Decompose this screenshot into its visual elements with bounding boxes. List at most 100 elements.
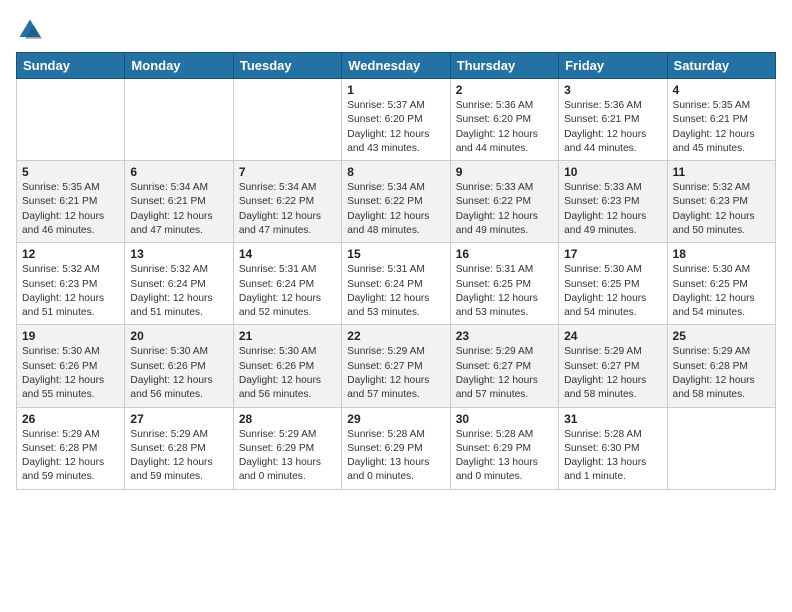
- calendar-cell: 25 Sunrise: 5:29 AM Sunset: 6:28 PM Dayli…: [667, 325, 775, 407]
- calendar-cell: 17 Sunrise: 5:30 AM Sunset: 6:25 PM Dayli…: [559, 243, 667, 325]
- day-number: 27: [130, 412, 227, 426]
- calendar-cell: 15 Sunrise: 5:31 AM Sunset: 6:24 PM Dayli…: [342, 243, 450, 325]
- day-number: 3: [564, 83, 661, 97]
- day-number: 30: [456, 412, 553, 426]
- calendar-header-row: SundayMondayTuesdayWednesdayThursdayFrid…: [17, 53, 776, 79]
- day-number: 20: [130, 329, 227, 343]
- cell-info: Sunrise: 5:29 AM Sunset: 6:28 PM Dayligh…: [673, 345, 770, 402]
- cell-info: Sunrise: 5:31 AM Sunset: 6:24 PM Dayligh…: [347, 263, 444, 320]
- day-number: 15: [347, 247, 444, 261]
- calendar-cell: [125, 79, 233, 161]
- cell-info: Sunrise: 5:30 AM Sunset: 6:25 PM Dayligh…: [673, 263, 770, 320]
- cell-info: Sunrise: 5:30 AM Sunset: 6:25 PM Dayligh…: [564, 263, 661, 320]
- day-number: 21: [239, 329, 336, 343]
- cell-info: Sunrise: 5:30 AM Sunset: 6:26 PM Dayligh…: [130, 345, 227, 402]
- cell-info: Sunrise: 5:30 AM Sunset: 6:26 PM Dayligh…: [239, 345, 336, 402]
- calendar-week-row: 19 Sunrise: 5:30 AM Sunset: 6:26 PM Dayli…: [17, 325, 776, 407]
- cell-info: Sunrise: 5:34 AM Sunset: 6:22 PM Dayligh…: [347, 181, 444, 238]
- calendar-header-sunday: Sunday: [17, 53, 125, 79]
- cell-info: Sunrise: 5:29 AM Sunset: 6:27 PM Dayligh…: [456, 345, 553, 402]
- day-number: 7: [239, 165, 336, 179]
- logo-icon: [16, 16, 44, 44]
- cell-info: Sunrise: 5:36 AM Sunset: 6:21 PM Dayligh…: [564, 99, 661, 156]
- calendar-cell: 16Sunrise: 5:31 AM Sunset: 6:25 PM Dayli…: [450, 243, 558, 325]
- calendar-cell: 24 Sunrise: 5:29 AM Sunset: 6:27 PM Dayli…: [559, 325, 667, 407]
- calendar-cell: 6Sunrise: 5:34 AM Sunset: 6:21 PM Daylig…: [125, 161, 233, 243]
- cell-info: Sunrise: 5:37 AM Sunset: 6:20 PM Dayligh…: [347, 99, 444, 156]
- calendar-cell: 7 Sunrise: 5:34 AM Sunset: 6:22 PM Daylig…: [233, 161, 341, 243]
- cell-info: Sunrise: 5:29 AM Sunset: 6:29 PM Dayligh…: [239, 428, 336, 485]
- calendar-header-monday: Monday: [125, 53, 233, 79]
- calendar-cell: 10 Sunrise: 5:33 AM Sunset: 6:23 PM Dayli…: [559, 161, 667, 243]
- calendar-cell: 31 Sunrise: 5:28 AM Sunset: 6:30 PM Dayli…: [559, 407, 667, 489]
- calendar-cell: 3 Sunrise: 5:36 AM Sunset: 6:21 PM Daylig…: [559, 79, 667, 161]
- calendar-cell: 5 Sunrise: 5:35 AM Sunset: 6:21 PM Daylig…: [17, 161, 125, 243]
- calendar-cell: 22 Sunrise: 5:29 AM Sunset: 6:27 PM Dayli…: [342, 325, 450, 407]
- day-number: 17: [564, 247, 661, 261]
- cell-info: Sunrise: 5:35 AM Sunset: 6:21 PM Dayligh…: [673, 99, 770, 156]
- calendar-cell: 9Sunrise: 5:33 AM Sunset: 6:22 PM Daylig…: [450, 161, 558, 243]
- calendar-cell: 14 Sunrise: 5:31 AM Sunset: 6:24 PM Dayli…: [233, 243, 341, 325]
- cell-info: Sunrise: 5:30 AM Sunset: 6:26 PM Dayligh…: [22, 345, 119, 402]
- day-number: 10: [564, 165, 661, 179]
- calendar-header-wednesday: Wednesday: [342, 53, 450, 79]
- day-number: 25: [673, 329, 770, 343]
- calendar-cell: 1 Sunrise: 5:37 AM Sunset: 6:20 PM Daylig…: [342, 79, 450, 161]
- page-header: [16, 16, 776, 44]
- calendar-week-row: 5 Sunrise: 5:35 AM Sunset: 6:21 PM Daylig…: [17, 161, 776, 243]
- cell-info: Sunrise: 5:32 AM Sunset: 6:23 PM Dayligh…: [22, 263, 119, 320]
- cell-info: Sunrise: 5:28 AM Sunset: 6:30 PM Dayligh…: [564, 428, 661, 485]
- day-number: 22: [347, 329, 444, 343]
- logo: [16, 16, 48, 44]
- calendar-week-row: 26 Sunrise: 5:29 AM Sunset: 6:28 PM Dayli…: [17, 407, 776, 489]
- cell-info: Sunrise: 5:29 AM Sunset: 6:27 PM Dayligh…: [564, 345, 661, 402]
- day-number: 5: [22, 165, 119, 179]
- day-number: 18: [673, 247, 770, 261]
- calendar-cell: 26Sunrise: 5:29 AM Sunset: 6:28 PM Dayli…: [17, 407, 125, 489]
- day-number: 2: [456, 83, 553, 97]
- calendar-cell: 20 Sunrise: 5:30 AM Sunset: 6:26 PM Dayli…: [125, 325, 233, 407]
- day-number: 19: [22, 329, 119, 343]
- cell-info: Sunrise: 5:33 AM Sunset: 6:23 PM Dayligh…: [564, 181, 661, 238]
- calendar-header-thursday: Thursday: [450, 53, 558, 79]
- day-number: 12: [22, 247, 119, 261]
- calendar-cell: 21 Sunrise: 5:30 AM Sunset: 6:26 PM Dayli…: [233, 325, 341, 407]
- calendar-header-friday: Friday: [559, 53, 667, 79]
- day-number: 6: [130, 165, 227, 179]
- day-number: 26: [22, 412, 119, 426]
- day-number: 24: [564, 329, 661, 343]
- cell-info: Sunrise: 5:33 AM Sunset: 6:22 PM Dayligh…: [456, 181, 553, 238]
- day-number: 31: [564, 412, 661, 426]
- calendar-cell: 27 Sunrise: 5:29 AM Sunset: 6:28 PM Dayli…: [125, 407, 233, 489]
- calendar-cell: 28Sunrise: 5:29 AM Sunset: 6:29 PM Dayli…: [233, 407, 341, 489]
- calendar-cell: 4Sunrise: 5:35 AM Sunset: 6:21 PM Daylig…: [667, 79, 775, 161]
- cell-info: Sunrise: 5:29 AM Sunset: 6:28 PM Dayligh…: [130, 428, 227, 485]
- calendar-cell: 19 Sunrise: 5:30 AM Sunset: 6:26 PM Dayli…: [17, 325, 125, 407]
- day-number: 23: [456, 329, 553, 343]
- calendar-cell: 11Sunrise: 5:32 AM Sunset: 6:23 PM Dayli…: [667, 161, 775, 243]
- cell-info: Sunrise: 5:34 AM Sunset: 6:22 PM Dayligh…: [239, 181, 336, 238]
- day-number: 14: [239, 247, 336, 261]
- calendar-cell: 8 Sunrise: 5:34 AM Sunset: 6:22 PM Daylig…: [342, 161, 450, 243]
- cell-info: Sunrise: 5:28 AM Sunset: 6:29 PM Dayligh…: [347, 428, 444, 485]
- calendar-cell: 2Sunrise: 5:36 AM Sunset: 6:20 PM Daylig…: [450, 79, 558, 161]
- calendar-week-row: 1 Sunrise: 5:37 AM Sunset: 6:20 PM Daylig…: [17, 79, 776, 161]
- calendar-cell: 18 Sunrise: 5:30 AM Sunset: 6:25 PM Dayli…: [667, 243, 775, 325]
- calendar-cell: 23 Sunrise: 5:29 AM Sunset: 6:27 PM Dayli…: [450, 325, 558, 407]
- calendar-cell: 12 Sunrise: 5:32 AM Sunset: 6:23 PM Dayli…: [17, 243, 125, 325]
- calendar-table: SundayMondayTuesdayWednesdayThursdayFrid…: [16, 52, 776, 490]
- cell-info: Sunrise: 5:29 AM Sunset: 6:27 PM Dayligh…: [347, 345, 444, 402]
- day-number: 29: [347, 412, 444, 426]
- cell-info: Sunrise: 5:28 AM Sunset: 6:29 PM Dayligh…: [456, 428, 553, 485]
- cell-info: Sunrise: 5:35 AM Sunset: 6:21 PM Dayligh…: [22, 181, 119, 238]
- calendar-cell: [233, 79, 341, 161]
- cell-info: Sunrise: 5:32 AM Sunset: 6:23 PM Dayligh…: [673, 181, 770, 238]
- cell-info: Sunrise: 5:31 AM Sunset: 6:25 PM Dayligh…: [456, 263, 553, 320]
- calendar-cell: [667, 407, 775, 489]
- cell-info: Sunrise: 5:31 AM Sunset: 6:24 PM Dayligh…: [239, 263, 336, 320]
- calendar-cell: 30 Sunrise: 5:28 AM Sunset: 6:29 PM Dayli…: [450, 407, 558, 489]
- day-number: 8: [347, 165, 444, 179]
- day-number: 1: [347, 83, 444, 97]
- day-number: 13: [130, 247, 227, 261]
- calendar-header-tuesday: Tuesday: [233, 53, 341, 79]
